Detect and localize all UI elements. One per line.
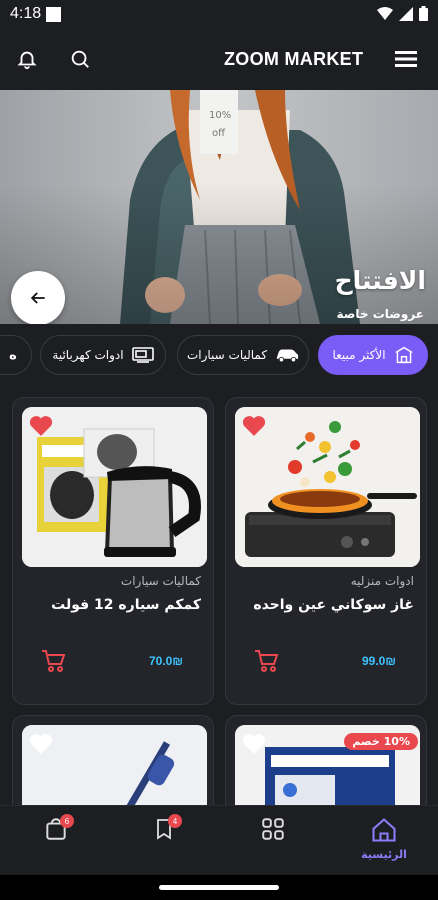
- add-to-cart-icon[interactable]: [41, 648, 67, 674]
- menu-icon: [395, 51, 417, 67]
- store-icon: [394, 346, 413, 364]
- chip-more-glyph: ه: [9, 347, 17, 363]
- cart-badge: 6: [60, 814, 74, 828]
- banner-subtitle: عروضات خاصة: [336, 307, 425, 321]
- arrow-left-icon: [30, 292, 45, 304]
- product-image: [235, 407, 420, 567]
- status-time: 4:18: [10, 5, 42, 22]
- nav-home[interactable]: الرئيسية: [354, 816, 414, 866]
- category-chips: الأكثر مبيعا كماليات سيارات ادوات كهربائ…: [0, 324, 438, 386]
- battery-icon: [419, 6, 428, 21]
- wifi-icon: [377, 6, 393, 20]
- bell-icon: [17, 51, 37, 70]
- nav-saved[interactable]: 4: [134, 814, 194, 866]
- favorite-icon[interactable]: [241, 731, 267, 755]
- menu-button[interactable]: [390, 43, 422, 75]
- chip-label: الأكثر مبيعا: [332, 348, 386, 362]
- home-indicator[interactable]: [159, 885, 279, 890]
- favorite-icon[interactable]: [28, 413, 54, 437]
- favorite-icon[interactable]: [241, 413, 267, 437]
- product-name: كمكم سياره 12 فولت: [51, 597, 201, 613]
- chip-best-selling[interactable]: الأكثر مبيعا: [318, 335, 428, 375]
- product-image: [22, 407, 207, 567]
- saved-badge: 4: [168, 814, 182, 828]
- grid-icon: [262, 818, 284, 840]
- nav-home-label: الرئيسية: [361, 848, 407, 861]
- promo-banner[interactable]: 10% off الافتتاح عروضات خاصة: [0, 90, 438, 324]
- favorite-icon[interactable]: [28, 731, 54, 755]
- chip-label: ادوات كهربائية: [52, 348, 124, 362]
- chip-car-accessories[interactable]: كماليات سيارات: [177, 335, 309, 375]
- search-icon: [71, 50, 89, 68]
- product-category: كماليات سيارات: [120, 574, 201, 588]
- search-button[interactable]: [64, 43, 96, 75]
- notification-icon: [46, 7, 61, 22]
- chip-electrical-tools[interactable]: ادوات كهربائية: [40, 335, 166, 375]
- gesture-bar: [0, 875, 438, 900]
- banner-prev-button[interactable]: [11, 271, 65, 324]
- product-category: ادوات منزليه: [350, 574, 414, 588]
- home-icon: [372, 818, 396, 842]
- nav-cart[interactable]: 6: [26, 814, 86, 866]
- product-name: غاز سوكاني عين واحده: [253, 597, 414, 613]
- signal-icon: [399, 6, 413, 21]
- product-card[interactable]: ادوات منزليه غاز سوكاني عين واحده 99.0₪: [225, 397, 427, 705]
- bottom-nav: 6 4 الرئيسية: [0, 805, 438, 875]
- product-card[interactable]: كماليات سيارات كمكم سياره 12 فولت 70.0₪: [12, 397, 214, 705]
- discount-badge: 10% خصم: [344, 733, 418, 750]
- chip-label: كماليات سيارات: [186, 348, 268, 362]
- app-title: ZOOM MARKET: [224, 49, 364, 69]
- notifications-button[interactable]: [11, 43, 43, 75]
- tv-icon: [131, 347, 154, 363]
- add-to-cart-icon[interactable]: [254, 648, 280, 674]
- banner-title: الافتتاح: [334, 266, 426, 295]
- banner-tag-line2: off: [212, 128, 226, 139]
- car-icon: [276, 349, 299, 363]
- nav-categories[interactable]: [243, 816, 303, 866]
- product-price: 70.0₪: [149, 654, 183, 668]
- status-bar: 4:18: [0, 0, 438, 30]
- product-price: 99.0₪: [362, 654, 396, 668]
- chip-more[interactable]: ه: [0, 335, 32, 375]
- banner-tag-line1: 10%: [209, 110, 232, 121]
- app-bar: ZOOM MARKET: [0, 30, 438, 90]
